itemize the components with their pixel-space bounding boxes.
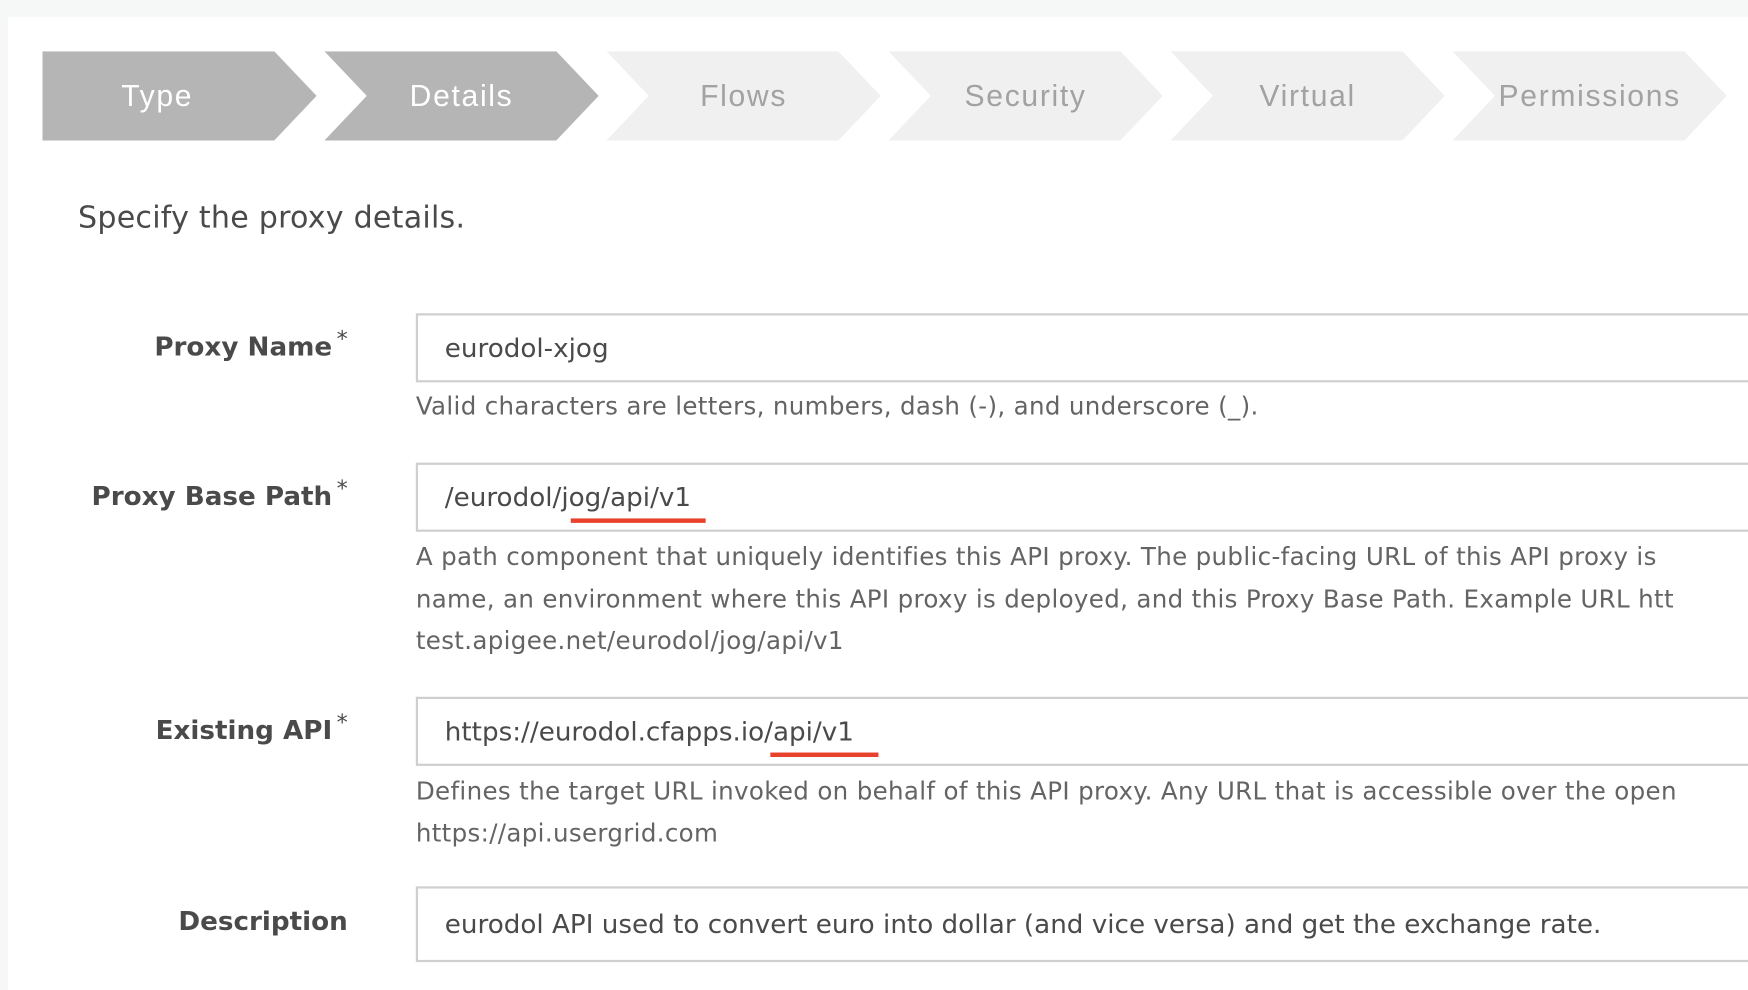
proxy-name-field[interactable] [415,313,1748,383]
description-field[interactable] [415,886,1748,963]
wizard-step-security[interactable]: Security [888,51,1180,141]
wizard-step-flows[interactable]: Flows [606,51,898,141]
wizard-step-virtual-hosts[interactable]: Virtual Hosts [1170,51,1463,141]
proxy-base-path-label: Proxy Base Path * [91,474,348,512]
existing-api-field[interactable] [415,696,1748,766]
existing-api-input[interactable] [418,699,1748,764]
wizard-step-details[interactable]: Details [324,51,616,141]
wizard-step-permissions[interactable]: Permissions [1452,51,1745,141]
required-marker: * [336,325,348,353]
wizard-step-label: Flows [700,79,788,113]
proxy-name-label: Proxy Name * [154,325,348,363]
wizard-step-label: Security [964,79,1087,113]
wizard-step-label: Virtual Hosts [1259,79,1356,113]
base-path-highlight-underline [570,518,706,523]
required-marker: * [336,474,348,502]
required-marker: * [336,709,348,736]
proxy-name-input[interactable] [418,315,1748,381]
description-input[interactable] [418,888,1748,960]
existing-api-highlight-underline [770,752,879,757]
stage: Type Details Flows Security Virtual Hosts Per… [0,0,1748,990]
proxy-base-path-help: A path component that uniquely identifie… [415,544,1674,656]
proxy-name-help: Valid characters are letters, numbers, d… [415,393,1259,422]
existing-api-label: Existing API * [155,709,348,746]
wizard-step-label: Details [409,79,514,113]
wizard-steps: Type Details Flows Security Virtual Hosts Per… [42,51,1748,141]
wizard-step-type[interactable]: Type [42,51,334,141]
page-intro: Specify the proxy details. [78,200,466,236]
wizard-step-label: Permissions [1498,79,1681,113]
description-label: Description [178,905,348,937]
existing-api-help: Defines the target URL invoked on behalf… [415,778,1677,848]
wizard-step-label: Type [121,79,194,113]
